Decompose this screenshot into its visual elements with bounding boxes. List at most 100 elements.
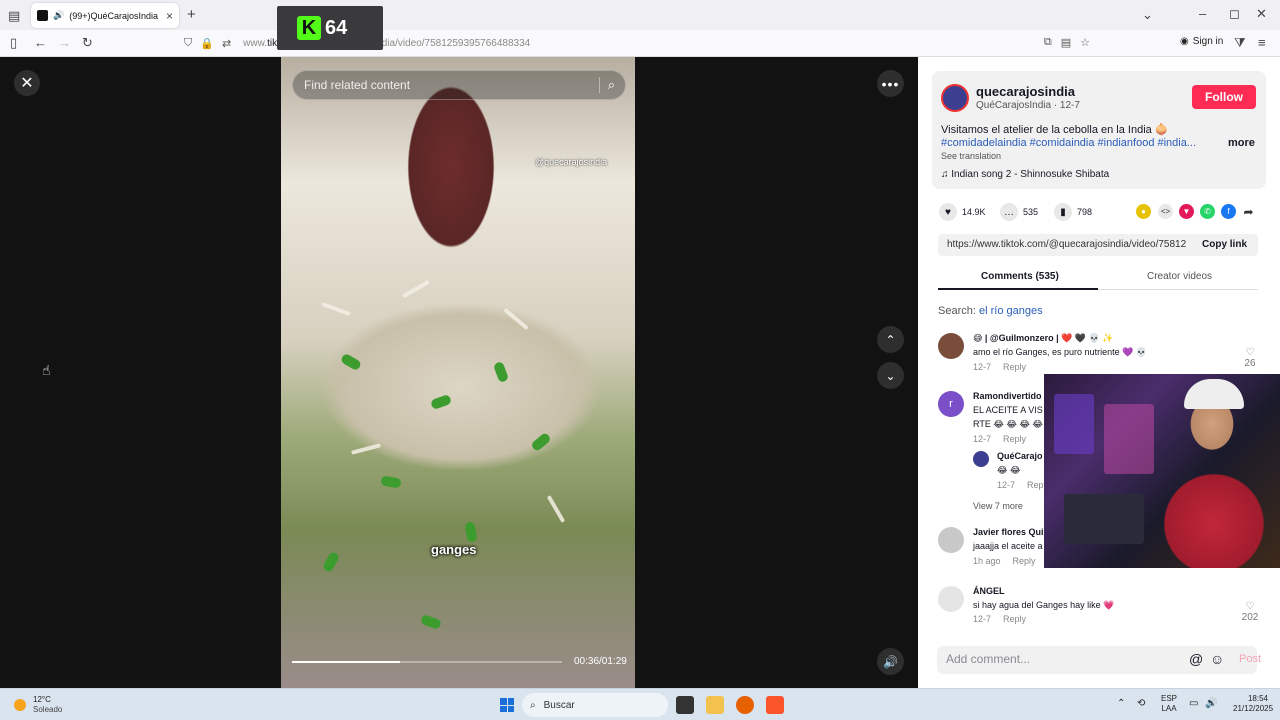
next-video-button[interactable]: ⌄ [877,362,904,389]
search-prefix: Search: [938,305,976,317]
music-link[interactable]: ♫ Indian song 2 - Shinnosuke Shibata [941,169,1109,180]
lock-icon[interactable]: 🔒 [200,37,214,50]
video-hashtags[interactable]: #comidadelaindia #comidaindia #indianfoo… [941,137,1211,149]
menu-icon[interactable]: ≡ [1258,36,1266,49]
comment-avatar[interactable] [938,333,964,359]
reader-icon[interactable]: ▤ [1061,36,1071,49]
video-texture [429,393,453,411]
reply-button[interactable]: Reply [1003,362,1026,372]
search-icon[interactable]: ⌕ [598,77,615,93]
volume-button[interactable]: 🔊 [877,648,904,675]
shield-icon[interactable]: ⛉ [184,37,192,50]
minimize-icon[interactable]: – [1199,7,1206,20]
share-arrow-icon[interactable]: ➦ [1241,204,1256,219]
close-video-button[interactable]: ✕ [14,70,40,96]
post-button[interactable]: Post [1239,653,1261,665]
tray-app-icon[interactable]: ⟲ [1137,698,1145,709]
creator-username[interactable]: quecarajosindia [976,84,1075,99]
comment-input-row: @ ☺ Post [937,646,1261,674]
maximize-icon[interactable]: ◻ [1229,7,1240,20]
embed-icon[interactable]: <> [1158,204,1173,219]
comment-like-button[interactable]: ♡ 202 [1238,601,1262,623]
reply-button[interactable]: Rep [1027,480,1044,490]
like-button[interactable]: ♥ 14.9K [939,203,986,221]
reply-button[interactable]: Reply [1013,556,1036,566]
view-more-replies[interactable]: View 7 more [973,501,1023,511]
comment-avatar[interactable]: r [938,391,964,417]
repost-icon[interactable]: ▼ [1179,204,1194,219]
network-icon[interactable]: ▭ [1189,698,1198,709]
video-progress-bar[interactable] [292,661,562,663]
add-comment-input[interactable] [946,652,1176,666]
list-all-tabs-icon[interactable]: ⌄ [1142,8,1153,21]
coin-share-icon[interactable]: ● [1136,204,1151,219]
speaker-icon[interactable]: 🔊 [53,10,64,21]
screen: ▤ 🔊 (99+)QuéCarajosIndia (@q × + ⌄ – ◻ ✕… [0,0,1280,720]
comment-avatar[interactable] [938,586,964,612]
weather-temperature[interactable]: 12°C [33,695,51,704]
mention-icon[interactable]: @ [1189,651,1203,667]
see-translation-link[interactable]: See translation [941,151,1001,161]
new-tab-icon[interactable]: + [187,7,196,22]
comment-author[interactable]: QuéCarajo [997,451,1043,461]
taskbar-search[interactable]: ⌕ Buscar [522,693,668,717]
volume-icon[interactable]: 🔊 [1205,698,1217,709]
comment-like-button[interactable]: ♡ 26 [1238,347,1262,369]
comment-author[interactable]: Javier flores Qui [973,527,1044,537]
bookmark-star-icon[interactable]: ☆ [1080,36,1090,49]
comment-button[interactable]: … 535 [1000,203,1038,221]
related-search-box[interactable]: ⌕ [292,70,626,100]
facebook-icon[interactable]: f [1221,204,1236,219]
reload-icon[interactable]: ↻ [82,36,93,49]
task-view-icon[interactable] [676,696,694,714]
follow-button[interactable]: Follow [1192,85,1256,109]
comment-author[interactable]: 😅 | @Guilmonzero | ❤️ 🖤 💀 ✨ [973,333,1114,344]
tab-comments[interactable]: Comments (535) [981,271,1059,282]
close-tab-icon[interactable]: × [166,9,173,23]
video-player[interactable]: ⌕ @quecarajosindia ganges 00:36/01:29 [281,57,635,688]
browser-tab-active[interactable]: 🔊 (99+)QuéCarajosIndia (@q × [31,3,179,28]
more-options-button[interactable]: ••• [877,70,904,97]
reply-button[interactable]: Reply [1003,434,1026,444]
forward-icon[interactable]: → [58,36,71,49]
emoji-icon[interactable]: ☺ [1210,651,1224,667]
sidebar-icon[interactable]: ▯ [10,36,17,49]
save-button[interactable]: ▮ 798 [1054,203,1092,221]
extensions-icon[interactable]: ⧩ [1234,36,1246,49]
description-more-button[interactable]: more [1228,137,1255,149]
back-icon[interactable]: ← [34,36,47,49]
video-texture [350,443,382,455]
language-indicator[interactable]: ESP LAA [1161,694,1177,714]
related-search-input[interactable] [304,78,584,92]
video-texture [339,352,363,372]
screenshot-icon[interactable]: ⧉ [1044,36,1052,49]
sun-icon[interactable] [14,699,26,711]
cam-decoration [1104,404,1154,474]
file-explorer-icon[interactable] [706,696,724,714]
tray-chevron-icon[interactable]: ⌃ [1117,698,1125,709]
whatsapp-icon[interactable]: ✆ [1200,204,1215,219]
comment-avatar[interactable] [938,527,964,553]
firefox-icon[interactable] [736,696,754,714]
comment-count: 535 [1023,207,1039,217]
sign-in-button[interactable]: ◉ Sign in [1180,36,1223,47]
system-clock[interactable]: 18:54 21/12/2025 [1233,694,1273,714]
tab-creator-videos[interactable]: Creator videos [1147,271,1212,282]
copy-link-button[interactable]: Copy link [1202,239,1247,250]
close-window-icon[interactable]: ✕ [1256,7,1267,20]
video-texture [321,550,341,574]
comment-author[interactable]: Ramondivertido [973,391,1042,401]
creator-avatar[interactable] [941,84,969,112]
comment-avatar[interactable] [973,451,989,467]
search-term-link[interactable]: el río ganges [979,305,1043,317]
previous-video-button[interactable]: ⌃ [877,326,904,353]
comment-date: 12-7 [973,362,992,372]
weather-description[interactable]: Soleado [33,705,62,714]
comment-meta: 12-7 Reply [973,362,1026,372]
windows-start-icon[interactable] [500,698,514,712]
tab-list-icon[interactable]: ▤ [8,9,20,22]
brave-icon[interactable] [766,696,784,714]
comment-author[interactable]: ÁNGEL [973,586,1005,596]
reply-button[interactable]: Reply [1003,614,1026,624]
permissions-icon[interactable]: ⇄ [222,37,231,50]
